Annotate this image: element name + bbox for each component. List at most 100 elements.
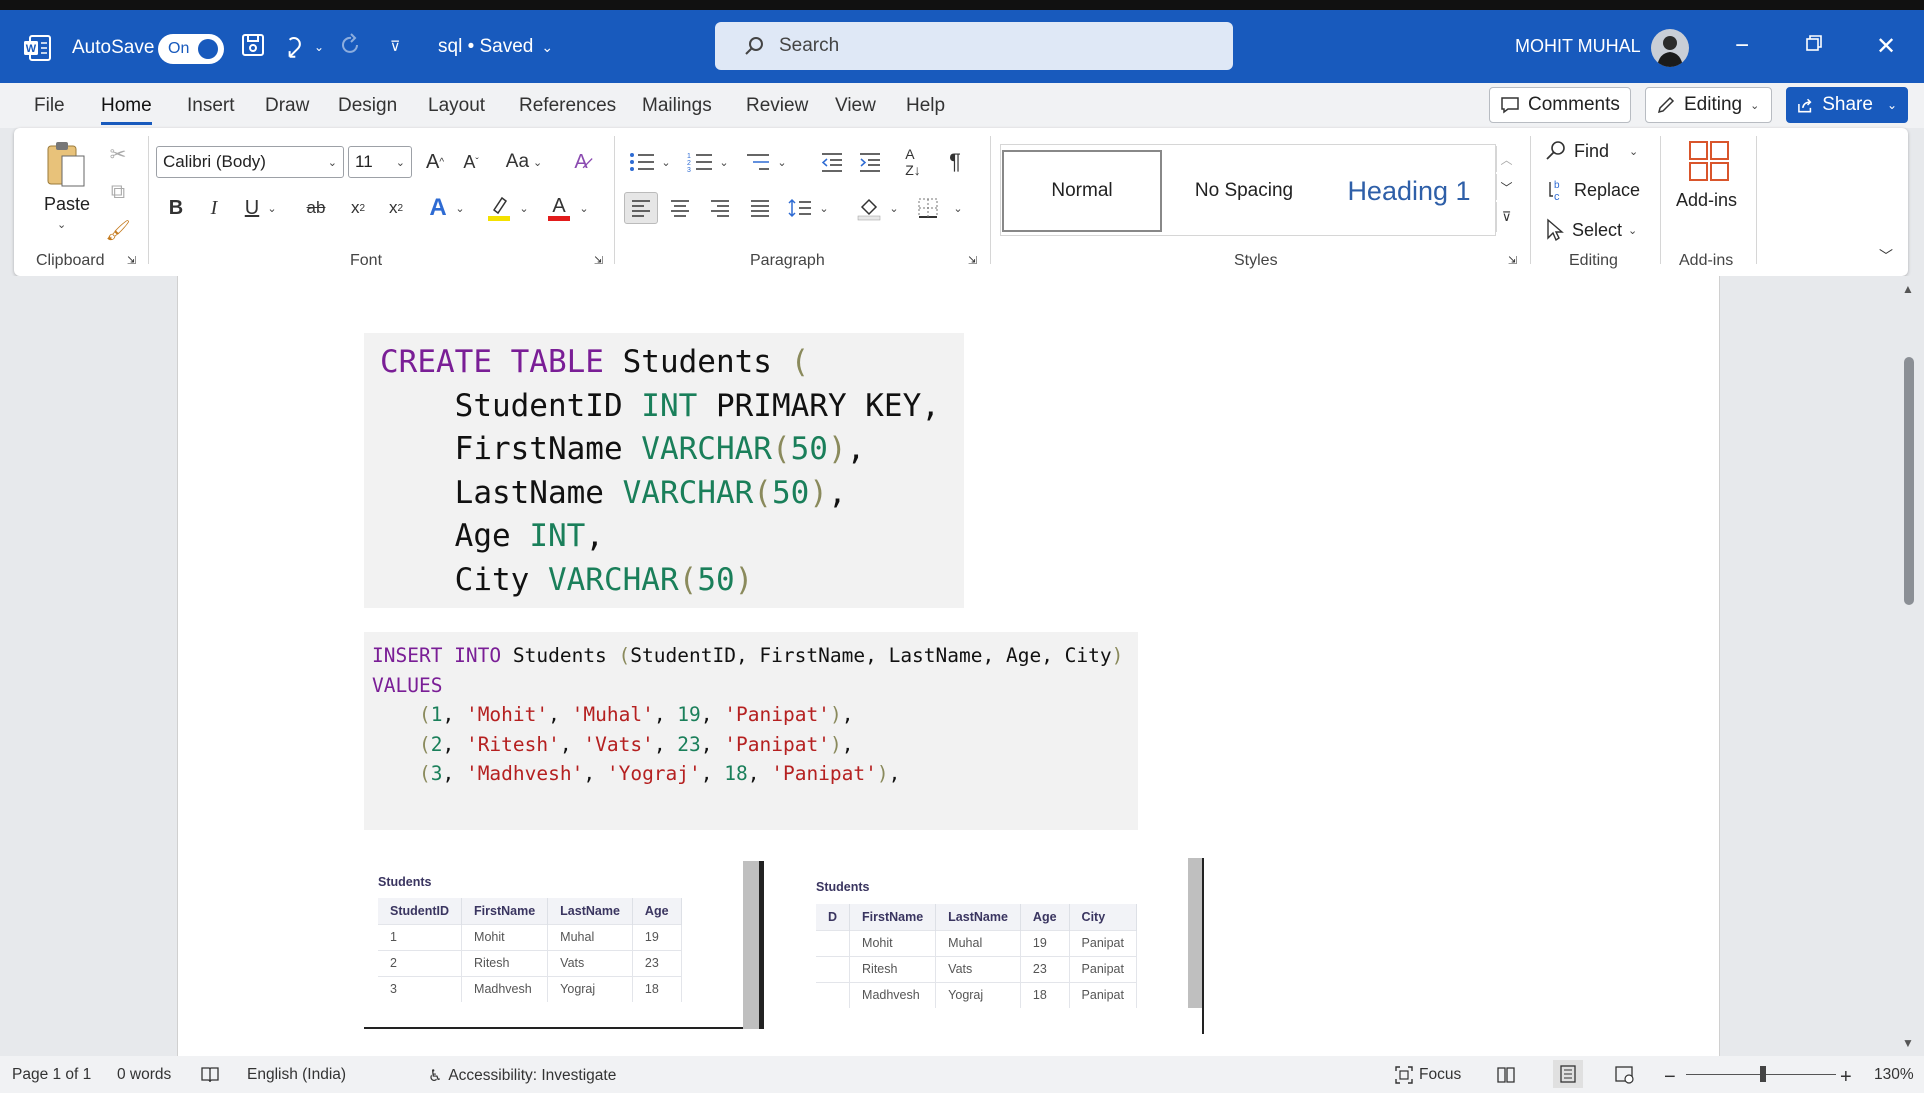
tab-file[interactable]: File — [34, 95, 65, 117]
search-box[interactable]: Search — [715, 22, 1233, 70]
tab-references[interactable]: References — [519, 95, 616, 117]
sort-icon[interactable]: A Z↓ — [898, 146, 928, 178]
italic-icon[interactable]: I — [202, 194, 226, 222]
print-layout-icon[interactable] — [1553, 1060, 1583, 1088]
page-count[interactable]: Page 1 of 1 — [12, 1066, 91, 1084]
save-icon[interactable] — [240, 32, 266, 58]
tab-mailings[interactable]: Mailings — [642, 95, 712, 117]
zoom-out-icon[interactable]: − — [1664, 1066, 1676, 1089]
line-spacing-dropdown-icon[interactable]: ⌄ — [818, 200, 830, 216]
paste-button[interactable]: Paste — [44, 194, 90, 215]
tab-layout[interactable]: Layout — [428, 95, 485, 117]
accessibility-button[interactable]: ♿ Accessibility: Investigate — [428, 1066, 616, 1086]
students-table-image-right[interactable]: Students D FirstName LastName Age City Mohit… — [804, 858, 1204, 1034]
minimize-icon[interactable]: − — [1727, 32, 1757, 60]
superscript-icon[interactable]: x2 — [382, 194, 410, 222]
bullets-icon[interactable] — [628, 148, 656, 176]
text-effects-icon[interactable]: A — [424, 194, 452, 222]
user-name[interactable]: MOHIT MUHAL — [1515, 36, 1641, 57]
tab-insert[interactable]: Insert — [187, 95, 235, 117]
justify-icon[interactable] — [746, 194, 774, 222]
chevron-down-icon[interactable]: ⌄ — [1887, 98, 1897, 112]
language[interactable]: English (India) — [247, 1066, 346, 1084]
align-center-icon[interactable] — [666, 194, 694, 222]
redo-icon[interactable] — [338, 32, 364, 58]
document-title[interactable]: sql • Saved ⌄ — [438, 36, 553, 58]
customize-toolbar-icon[interactable]: ⊽ — [390, 38, 400, 55]
font-color-icon[interactable]: A — [544, 192, 574, 224]
restore-icon[interactable] — [1799, 34, 1829, 52]
styles-scroll-up-icon[interactable]: ︿ — [1496, 146, 1516, 172]
font-size-select[interactable]: 11 ⌄ — [348, 146, 412, 178]
highlight-dropdown-icon[interactable]: ⌄ — [518, 200, 530, 216]
students-table-image-left[interactable]: Students StudentID FirstName LastName Age 1… — [364, 861, 764, 1029]
styles-more-icon[interactable]: ⊽ — [1496, 202, 1516, 232]
highlight-color-icon[interactable] — [484, 192, 514, 224]
increase-indent-icon[interactable] — [856, 148, 884, 176]
show-formatting-marks-icon[interactable]: ¶ — [942, 148, 968, 176]
tab-home[interactable]: Home — [101, 95, 152, 125]
format-painter-icon[interactable]: 🖌 — [105, 216, 130, 244]
zoom-level[interactable]: 130% — [1874, 1066, 1914, 1084]
subscript-icon[interactable]: x2 — [344, 194, 372, 222]
tab-draw[interactable]: Draw — [265, 95, 309, 117]
underline-icon[interactable]: U — [240, 194, 264, 222]
comments-button[interactable]: Comments — [1489, 87, 1631, 123]
zoom-in-icon[interactable]: + — [1840, 1066, 1852, 1089]
zoom-slider-thumb[interactable] — [1760, 1066, 1766, 1082]
collapse-ribbon-icon[interactable]: ﹀ — [1876, 246, 1896, 266]
decrease-indent-icon[interactable] — [818, 148, 846, 176]
editing-mode-button[interactable]: Editing ⌄ — [1645, 87, 1772, 123]
web-layout-icon[interactable] — [1615, 1066, 1635, 1084]
strikethrough-icon[interactable]: ab — [302, 194, 330, 222]
multilevel-dropdown-icon[interactable]: ⌄ — [776, 154, 788, 170]
focus-button[interactable]: Focus — [1395, 1066, 1461, 1084]
shading-dropdown-icon[interactable]: ⌄ — [888, 200, 900, 216]
share-button[interactable]: Share ⌄ — [1786, 87, 1908, 123]
tab-review[interactable]: Review — [746, 95, 808, 117]
dialog-launcher-icon[interactable]: ⇲ — [1508, 254, 1517, 267]
numbering-icon[interactable]: 123 — [686, 148, 714, 176]
style-no-spacing[interactable]: No Spacing — [1164, 150, 1324, 232]
grow-font-icon[interactable]: A ^ — [420, 148, 450, 176]
line-spacing-icon[interactable] — [786, 194, 814, 222]
multilevel-list-icon[interactable] — [744, 148, 772, 176]
find-button[interactable]: Find ⌄ — [1544, 140, 1638, 162]
bold-icon[interactable]: B — [164, 194, 188, 222]
close-icon[interactable]: ✕ — [1871, 32, 1901, 61]
style-normal[interactable]: Normal — [1002, 150, 1162, 232]
tab-view[interactable]: View — [835, 95, 876, 117]
undo-icon[interactable] — [283, 32, 309, 58]
replace-button[interactable]: bc Replace — [1544, 178, 1640, 202]
dialog-launcher-icon[interactable]: ⇲ — [968, 254, 977, 267]
clear-formatting-icon[interactable]: A̷ — [566, 148, 596, 176]
read-mode-icon[interactable] — [1496, 1066, 1516, 1084]
document-page[interactable]: CREATE TABLE Students ( StudentID INT PR… — [177, 276, 1720, 1056]
borders-icon[interactable] — [914, 194, 942, 222]
autosave-toggle[interactable]: On — [158, 34, 224, 64]
add-ins-icon[interactable] — [1688, 140, 1730, 182]
styles-scroll-down-icon[interactable]: ﹀ — [1496, 174, 1516, 200]
select-button[interactable]: Select ⌄ — [1544, 218, 1637, 242]
cut-icon[interactable]: ✂ — [106, 140, 130, 168]
underline-dropdown-icon[interactable]: ⌄ — [266, 200, 278, 216]
dialog-launcher-icon[interactable]: ⇲ — [127, 254, 136, 267]
shrink-font-icon[interactable]: Aˇ — [456, 148, 486, 176]
shading-icon[interactable] — [854, 192, 884, 224]
proofing-icon[interactable] — [200, 1066, 220, 1084]
word-count[interactable]: 0 words — [117, 1066, 171, 1084]
numbering-dropdown-icon[interactable]: ⌄ — [718, 154, 730, 170]
bullets-dropdown-icon[interactable]: ⌄ — [660, 154, 672, 170]
style-heading-1[interactable]: Heading 1 — [1326, 150, 1492, 232]
scroll-up-icon[interactable]: ▲ — [1902, 282, 1914, 296]
tab-help[interactable]: Help — [906, 95, 945, 117]
add-ins-button[interactable]: Add-ins — [1676, 190, 1737, 211]
tab-design[interactable]: Design — [338, 95, 397, 117]
font-color-dropdown-icon[interactable]: ⌄ — [578, 200, 590, 216]
avatar[interactable] — [1651, 29, 1689, 67]
text-effects-dropdown-icon[interactable]: ⌄ — [454, 200, 466, 216]
undo-dropdown-icon[interactable]: ⌄ — [314, 40, 324, 54]
paste-dropdown-icon[interactable]: ⌄ — [57, 218, 66, 231]
paste-icon[interactable] — [44, 140, 88, 190]
dialog-launcher-icon[interactable]: ⇲ — [594, 254, 603, 267]
